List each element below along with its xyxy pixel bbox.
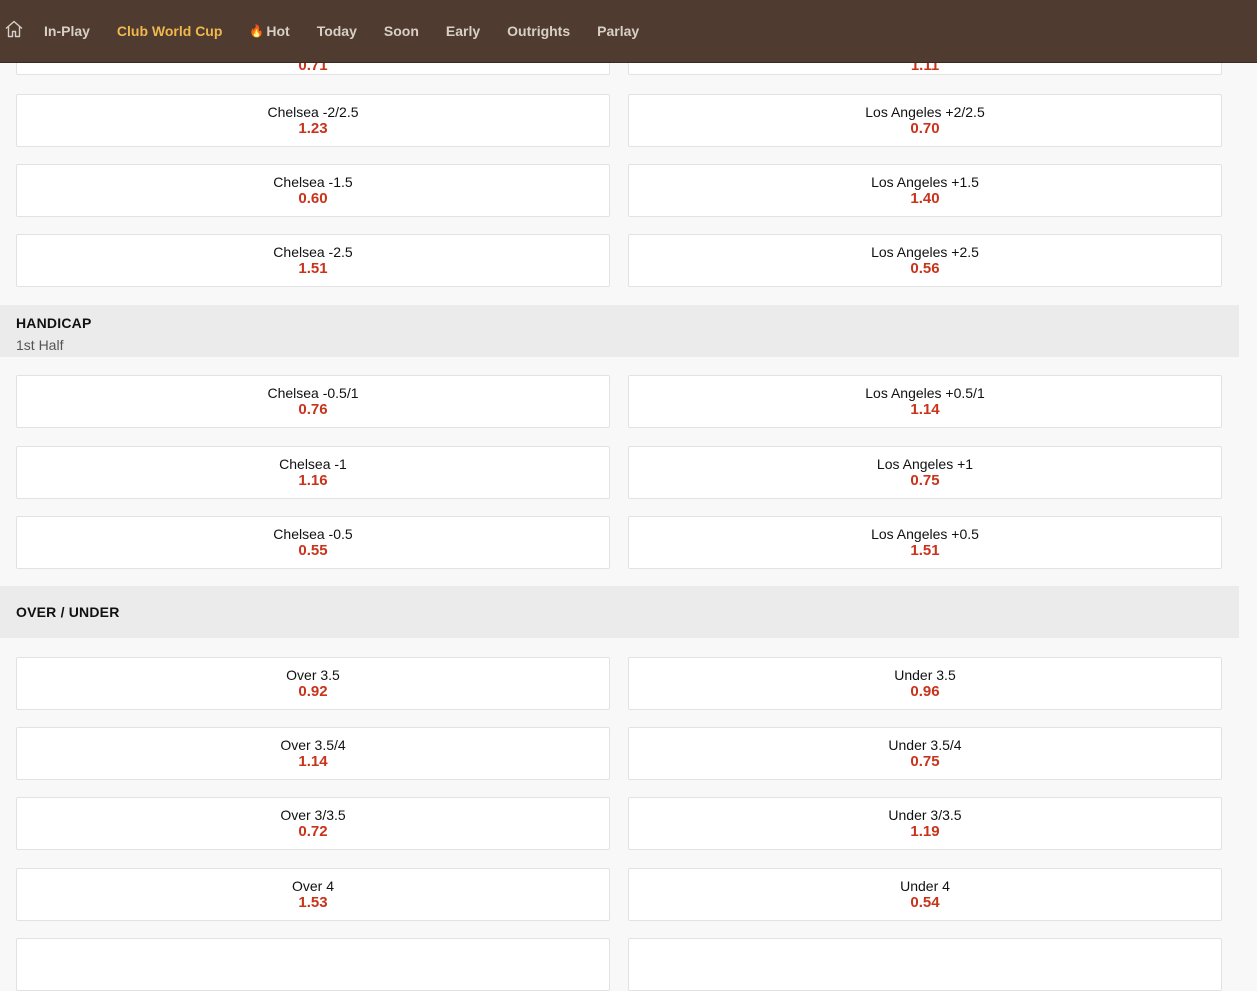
market-row: Chelsea -1.5 0.60 Los Angeles +1.5 1.40 <box>16 164 1222 217</box>
section-subtitle: 1st Half <box>16 337 64 353</box>
nav-club-world-cup[interactable]: Club World Cup <box>117 23 223 39</box>
market-row: Chelsea -0.5/1 0.76 Los Angeles +0.5/1 1… <box>16 375 1222 428</box>
odds-value: 0.75 <box>910 753 940 770</box>
odds-value: 1.14 <box>910 401 940 418</box>
odds-value: 0.76 <box>298 401 328 418</box>
odds-cell[interactable]: Chelsea -0.5 0.55 <box>16 516 610 569</box>
nav-hot-label: Hot <box>266 23 290 39</box>
odds-value: 0.55 <box>298 542 328 559</box>
odds-cell[interactable]: Los Angeles +2/2.5 0.70 <box>628 94 1222 147</box>
odds-label: Los Angeles +0.5 <box>871 526 979 542</box>
home-icon <box>4 19 24 44</box>
nav-outrights[interactable]: Outrights <box>507 23 570 39</box>
odds-cell[interactable]: Los Angeles +0.5/1 1.14 <box>628 375 1222 428</box>
odds-label: Los Angeles +2/2.5 <box>865 104 985 120</box>
odds-label: Los Angeles +1.5 <box>871 174 979 190</box>
market-row: Over 3.5/4 1.14 Under 3.5/4 0.75 <box>16 727 1222 780</box>
odds-cell[interactable]: Over 3/3.5 0.72 <box>16 797 610 850</box>
odds-label: Over 3.5 <box>286 667 340 683</box>
section-header-handicap-1st-half[interactable]: HANDICAP 1st Half <box>0 305 1239 357</box>
odds-label: Over 4 <box>291 878 334 894</box>
odds-cell[interactable] <box>16 938 610 991</box>
fire-icon: 🔥 <box>249 24 265 38</box>
odds-label: Chelsea -2.5 <box>273 244 353 260</box>
odds-label: Over 3/3.5 <box>280 807 346 823</box>
odds-value: 1.16 <box>298 472 328 489</box>
odds-value: 0.60 <box>298 190 328 207</box>
odds-value: 1.19 <box>910 823 940 840</box>
odds-value: 0.75 <box>910 472 940 489</box>
odds-cell[interactable]: Over 3.5/4 1.14 <box>16 727 610 780</box>
odds-label: Los Angeles +0.5/1 <box>865 385 985 401</box>
top-nav-bar: In-Play Club World Cup 🔥 Hot Today Soon … <box>0 0 1257 62</box>
odds-label: Los Angeles +1 <box>876 456 974 472</box>
odds-value: 0.70 <box>910 120 940 137</box>
nav-in-play[interactable]: In-Play <box>44 23 90 39</box>
market-row: Over 3.5 0.92 Under 3.5 0.96 <box>16 657 1222 710</box>
odds-value: 1.53 <box>298 894 328 911</box>
odds-value: 0.72 <box>298 823 328 840</box>
odds-label: Chelsea -1.5 <box>273 174 353 190</box>
odds-label: Under 4 <box>900 878 950 894</box>
odds-label: Under 3/3.5 <box>888 807 962 823</box>
odds-value: 1.51 <box>910 542 940 559</box>
odds-cell[interactable]: Chelsea -2/2.5 1.23 <box>16 94 610 147</box>
nav-soon[interactable]: Soon <box>384 23 419 39</box>
market-row <box>16 938 1222 991</box>
market-row: Chelsea -2.5 1.51 Los Angeles +2.5 0.56 <box>16 234 1222 287</box>
odds-value: 1.51 <box>298 260 328 277</box>
odds-cell[interactable]: Los Angeles +1.5 1.40 <box>628 164 1222 217</box>
odds-label: Under 3.5 <box>894 667 956 683</box>
odds-value: 0.96 <box>910 683 940 700</box>
odds-cell[interactable]: Chelsea -1.5 0.60 <box>16 164 610 217</box>
odds-cell[interactable]: Los Angeles +1 0.75 <box>628 446 1222 499</box>
market-row: Chelsea -1 1.16 Los Angeles +1 0.75 <box>16 446 1222 499</box>
odds-cell[interactable]: Chelsea -0.5/1 0.76 <box>16 375 610 428</box>
odds-value: 1.23 <box>298 120 328 137</box>
odds-label: Los Angeles +2.5 <box>871 244 979 260</box>
odds-cell[interactable]: Under 3.5 0.96 <box>628 657 1222 710</box>
odds-cell[interactable]: Under 3.5/4 0.75 <box>628 727 1222 780</box>
home-button[interactable] <box>0 17 28 45</box>
odds-cell[interactable]: Over 3.5 0.92 <box>16 657 610 710</box>
odds-cell[interactable]: Over 4 1.53 <box>16 868 610 921</box>
section-title: HANDICAP <box>16 315 92 331</box>
section-title: OVER / UNDER <box>16 604 120 620</box>
odds-cell[interactable] <box>628 938 1222 991</box>
odds-cell[interactable]: Chelsea -2.5 1.51 <box>16 234 610 287</box>
nav-parlay[interactable]: Parlay <box>597 23 639 39</box>
odds-value: 0.92 <box>298 683 328 700</box>
market-row: Over 3/3.5 0.72 Under 3/3.5 1.19 <box>16 797 1222 850</box>
market-row: Over 4 1.53 Under 4 0.54 <box>16 868 1222 921</box>
odds-label: Over 3.5/4 <box>280 737 346 753</box>
odds-label: Chelsea -0.5/1 <box>267 385 359 401</box>
odds-label: Chelsea -0.5 <box>273 526 353 542</box>
odds-value: 1.14 <box>298 753 328 770</box>
odds-value: 1.40 <box>910 190 940 207</box>
nav-hot[interactable]: 🔥 Hot <box>249 23 289 39</box>
odds-cell[interactable]: Los Angeles +0.5 1.51 <box>628 516 1222 569</box>
nav-today[interactable]: Today <box>317 23 357 39</box>
market-row: Chelsea -0.5 0.55 Los Angeles +0.5 1.51 <box>16 516 1222 569</box>
odds-cell[interactable]: Los Angeles +2.5 0.56 <box>628 234 1222 287</box>
market-row: Chelsea -2/2.5 1.23 Los Angeles +2/2.5 0… <box>16 94 1222 147</box>
odds-cell[interactable]: Chelsea -1 1.16 <box>16 446 610 499</box>
odds-cell[interactable]: Under 4 0.54 <box>628 868 1222 921</box>
odds-label: Chelsea -2/2.5 <box>267 104 359 120</box>
odds-cell[interactable]: Under 3/3.5 1.19 <box>628 797 1222 850</box>
nav-early[interactable]: Early <box>446 23 480 39</box>
odds-value: 0.56 <box>910 260 940 277</box>
odds-label: Chelsea -1 <box>279 456 347 472</box>
odds-value: 0.54 <box>910 894 940 911</box>
odds-label: Under 3.5/4 <box>888 737 962 753</box>
section-header-over-under[interactable]: OVER / UNDER <box>0 586 1239 638</box>
main-nav: In-Play Club World Cup 🔥 Hot Today Soon … <box>44 23 666 39</box>
